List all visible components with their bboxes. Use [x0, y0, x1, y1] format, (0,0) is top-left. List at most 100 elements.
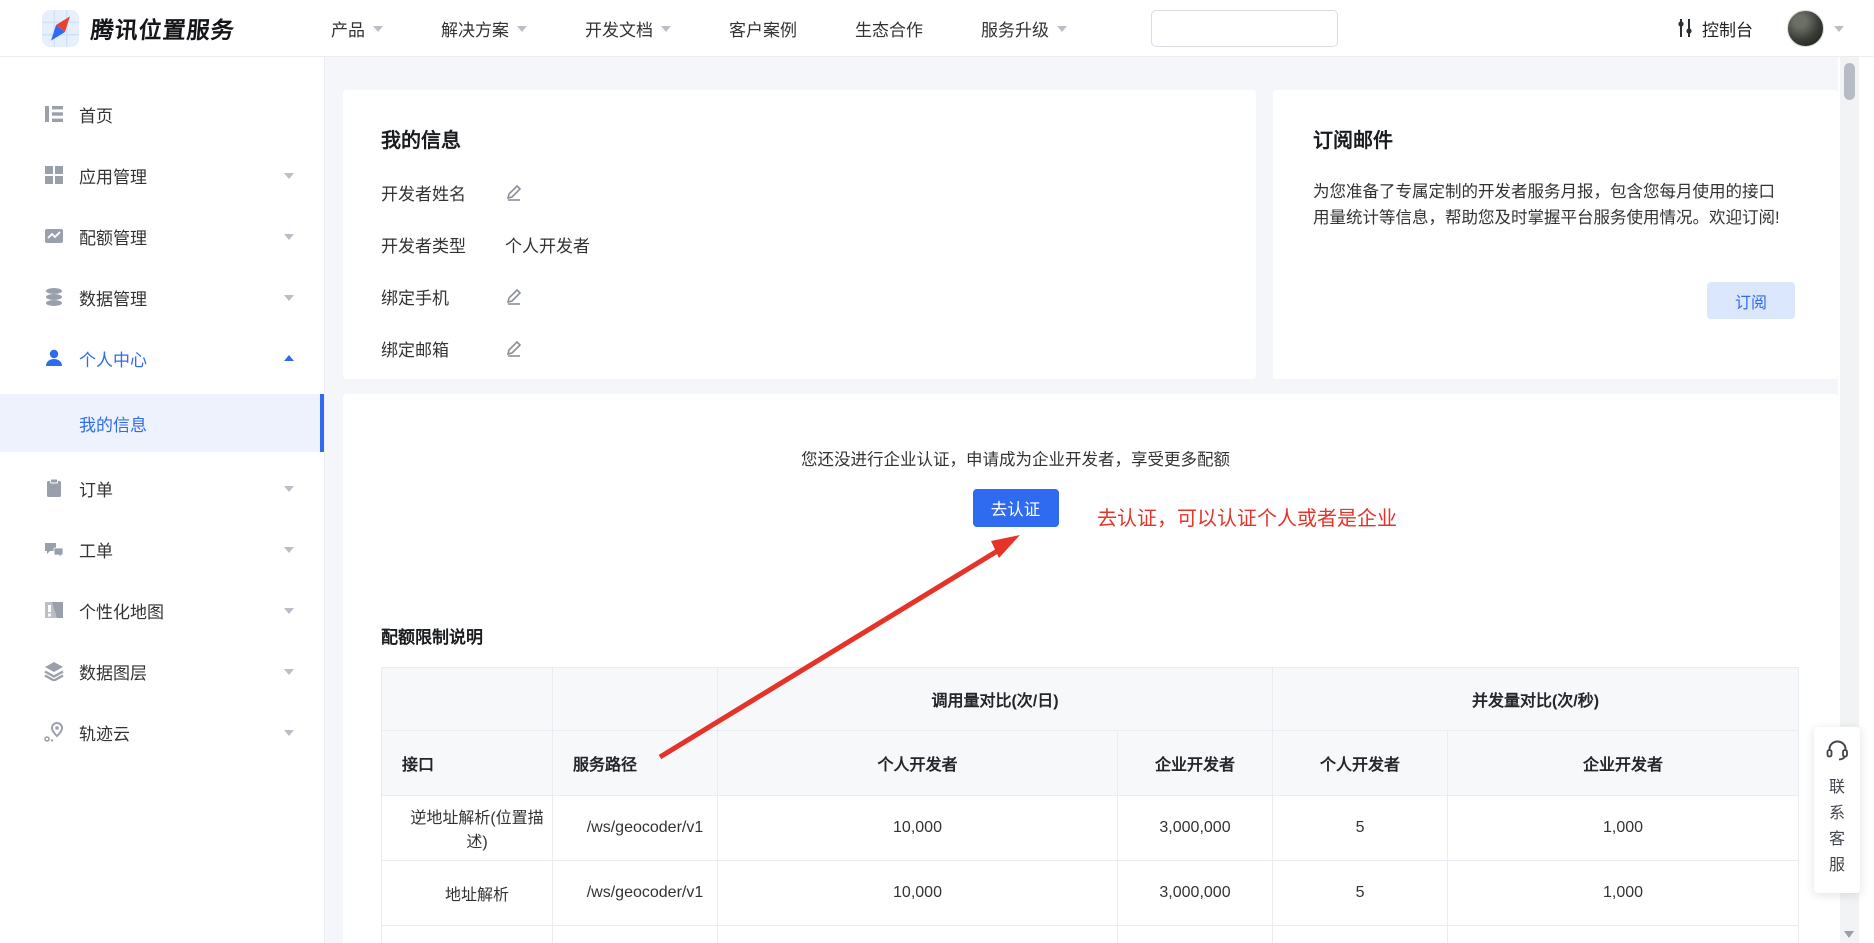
field-label: 开发者类型 [381, 232, 505, 257]
sidebar-item-label: 个性化地图 [79, 598, 164, 623]
sidebar: 首页 应用管理 配额管理 数据管理 个人中心 [0, 57, 325, 943]
apps-grid-icon [44, 165, 64, 185]
sidebar-item-personal-center[interactable]: 个人中心 [0, 333, 324, 383]
chevron-down-icon [284, 669, 294, 675]
nav-item-upgrade[interactable]: 服务升级 [981, 16, 1067, 41]
chevron-down-icon [1057, 26, 1067, 32]
edit-pencil-icon[interactable] [505, 340, 522, 357]
col-header-api: 接口 [382, 731, 553, 796]
nav-item-solutions[interactable]: 解决方案 [441, 16, 527, 41]
brand[interactable]: 腾讯位置服务 [42, 10, 235, 47]
edit-pencil-icon[interactable] [505, 288, 522, 305]
search-box[interactable] [1151, 10, 1338, 47]
quota-table: 调用量对比(次/日) 并发量对比(次/秒) 接口 服务路径 个人开发者 企业开发… [381, 667, 1799, 943]
cell-enterprise-daily: 3,000,000 [1118, 796, 1273, 861]
sidebar-item-home[interactable]: 首页 [0, 89, 324, 139]
nav-item-products[interactable]: 产品 [331, 16, 383, 41]
info-row-bind-phone: 绑定手机 [381, 284, 1256, 309]
contact-support-label: 联系客服 [1829, 775, 1846, 879]
sidebar-item-label: 首页 [79, 102, 113, 127]
cell-api: 地点搜索 [382, 926, 553, 943]
chevron-down-icon [661, 26, 671, 32]
sidebar-item-orders[interactable]: 订单 [0, 463, 324, 513]
edit-pencil-icon[interactable] [505, 184, 522, 201]
chevron-down-icon [284, 608, 294, 614]
info-row-bind-email: 绑定邮箱 [381, 336, 1256, 361]
cell-enterprise-qps: 1,000 [1448, 796, 1799, 861]
cell-personal-qps: 5 [1273, 926, 1448, 943]
sidebar-item-label: 轨迹云 [79, 720, 130, 745]
certification-notice: 您还没进行企业认证，申请成为企业开发者，享受更多配额 [343, 446, 1688, 470]
certification-section: 您还没进行企业认证，申请成为企业开发者，享受更多配额 去认证 [343, 446, 1688, 527]
database-icon [44, 287, 64, 307]
sidebar-item-track-cloud[interactable]: 轨迹云 [0, 707, 324, 757]
sidebar-item-label: 数据图层 [79, 659, 147, 684]
cell-personal-qps: 5 [1273, 796, 1448, 861]
table-row: 地点搜索 /ws/place/v1/search 10,000 500,000 … [382, 926, 1799, 943]
scrollbar-thumb[interactable] [1844, 63, 1855, 100]
sidebar-item-data-management[interactable]: 数据管理 [0, 272, 324, 322]
sidebar-item-tickets[interactable]: 工单 [0, 524, 324, 574]
chevron-down-icon [284, 730, 294, 736]
ticket-chat-icon [44, 539, 64, 559]
chevron-down-icon[interactable] [1834, 26, 1844, 32]
field-label: 开发者姓名 [381, 180, 505, 205]
group-header-daily-calls: 调用量对比(次/日) [718, 668, 1273, 731]
cell-personal-qps: 5 [1273, 861, 1448, 926]
brand-title: 腾讯位置服务 [90, 11, 237, 45]
chevron-down-icon [284, 234, 294, 240]
subscribe-title: 订阅邮件 [1313, 124, 1798, 153]
nav-item-docs[interactable]: 开发文档 [585, 16, 671, 41]
sidebar-item-data-layers[interactable]: 数据图层 [0, 646, 324, 696]
subscribe-card: 订阅邮件 为您准备了专属定制的开发者服务月报，包含您每月使用的接口用量统计等信息… [1273, 90, 1838, 379]
scrollbar-down-arrow-icon[interactable] [1844, 931, 1854, 938]
info-row-developer-type: 开发者类型 个人开发者 [381, 232, 1256, 257]
main-content: 我的信息 开发者姓名 开发者类型 个人开发者 绑定手机 绑定邮 [325, 57, 1838, 943]
subscribe-description: 为您准备了专属定制的开发者服务月报，包含您每月使用的接口用量统计等信息，帮助您及… [1313, 179, 1783, 231]
top-navigation: 产品 解决方案 开发文档 客户案例 生态合作 服务升级 [331, 16, 1125, 41]
chevron-down-icon [284, 486, 294, 492]
sidebar-item-custom-map[interactable]: 个性化地图 [0, 585, 324, 635]
subscribe-button[interactable]: 订阅 [1707, 282, 1795, 319]
my-info-card: 我的信息 开发者姓名 开发者类型 个人开发者 绑定手机 绑定邮 [343, 90, 1256, 379]
col-header-path: 服务路径 [553, 731, 718, 796]
search-input[interactable] [1162, 13, 1361, 43]
sidebar-subitem-my-info[interactable]: 我的信息 [0, 394, 324, 452]
sidebar-item-app-management[interactable]: 应用管理 [0, 150, 324, 200]
chevron-down-icon [284, 173, 294, 179]
order-clipboard-icon [44, 478, 64, 498]
go-certify-button[interactable]: 去认证 [973, 489, 1059, 527]
nav-label: 服务升级 [981, 16, 1049, 41]
table-group-header-row: 调用量对比(次/日) 并发量对比(次/秒) [382, 668, 1799, 731]
red-annotation-text: 去认证，可以认证个人或者是企业 [1097, 502, 1397, 531]
console-link[interactable]: 控制台 [1676, 16, 1753, 41]
custom-map-icon [44, 600, 64, 620]
chevron-up-icon [284, 355, 294, 361]
cell-personal-daily: 10,000 [718, 796, 1118, 861]
avatar[interactable] [1787, 10, 1824, 47]
console-label: 控制台 [1702, 16, 1753, 41]
nav-item-ecosystem[interactable]: 生态合作 [855, 16, 923, 41]
chevron-down-icon [517, 26, 527, 32]
col-header-personal-daily: 个人开发者 [718, 731, 1118, 796]
user-icon [44, 348, 64, 368]
sidebar-item-label: 应用管理 [79, 163, 147, 188]
cell-enterprise-qps: 200 [1448, 926, 1799, 943]
topbar-right: 控制台 [1676, 10, 1844, 47]
cell-enterprise-daily: 500,000 [1118, 926, 1273, 943]
nav-label: 开发文档 [585, 16, 653, 41]
sidebar-item-label: 个人中心 [79, 346, 147, 371]
sidebar-item-quota-management[interactable]: 配额管理 [0, 211, 324, 261]
certification-quota-card: 您还没进行企业认证，申请成为企业开发者，享受更多配额 去认证 去认证，可以认证个… [343, 394, 1838, 943]
cell-path: /ws/geocoder/v1 [553, 861, 718, 926]
field-label: 绑定手机 [381, 284, 505, 309]
nav-item-cases[interactable]: 客户案例 [729, 16, 797, 41]
sidebar-item-label: 我的信息 [79, 411, 147, 436]
sidebar-item-label: 工单 [79, 537, 113, 562]
table-column-header-row: 接口 服务路径 个人开发者 企业开发者 个人开发者 企业开发者 [382, 731, 1799, 796]
table-row: 地址解析 /ws/geocoder/v1 10,000 3,000,000 5 … [382, 861, 1799, 926]
nav-label: 解决方案 [441, 16, 509, 41]
group-header-concurrency: 并发量对比(次/秒) [1273, 668, 1799, 731]
info-row-developer-name: 开发者姓名 [381, 180, 1256, 205]
contact-support-widget[interactable]: 联系客服 [1814, 727, 1860, 893]
